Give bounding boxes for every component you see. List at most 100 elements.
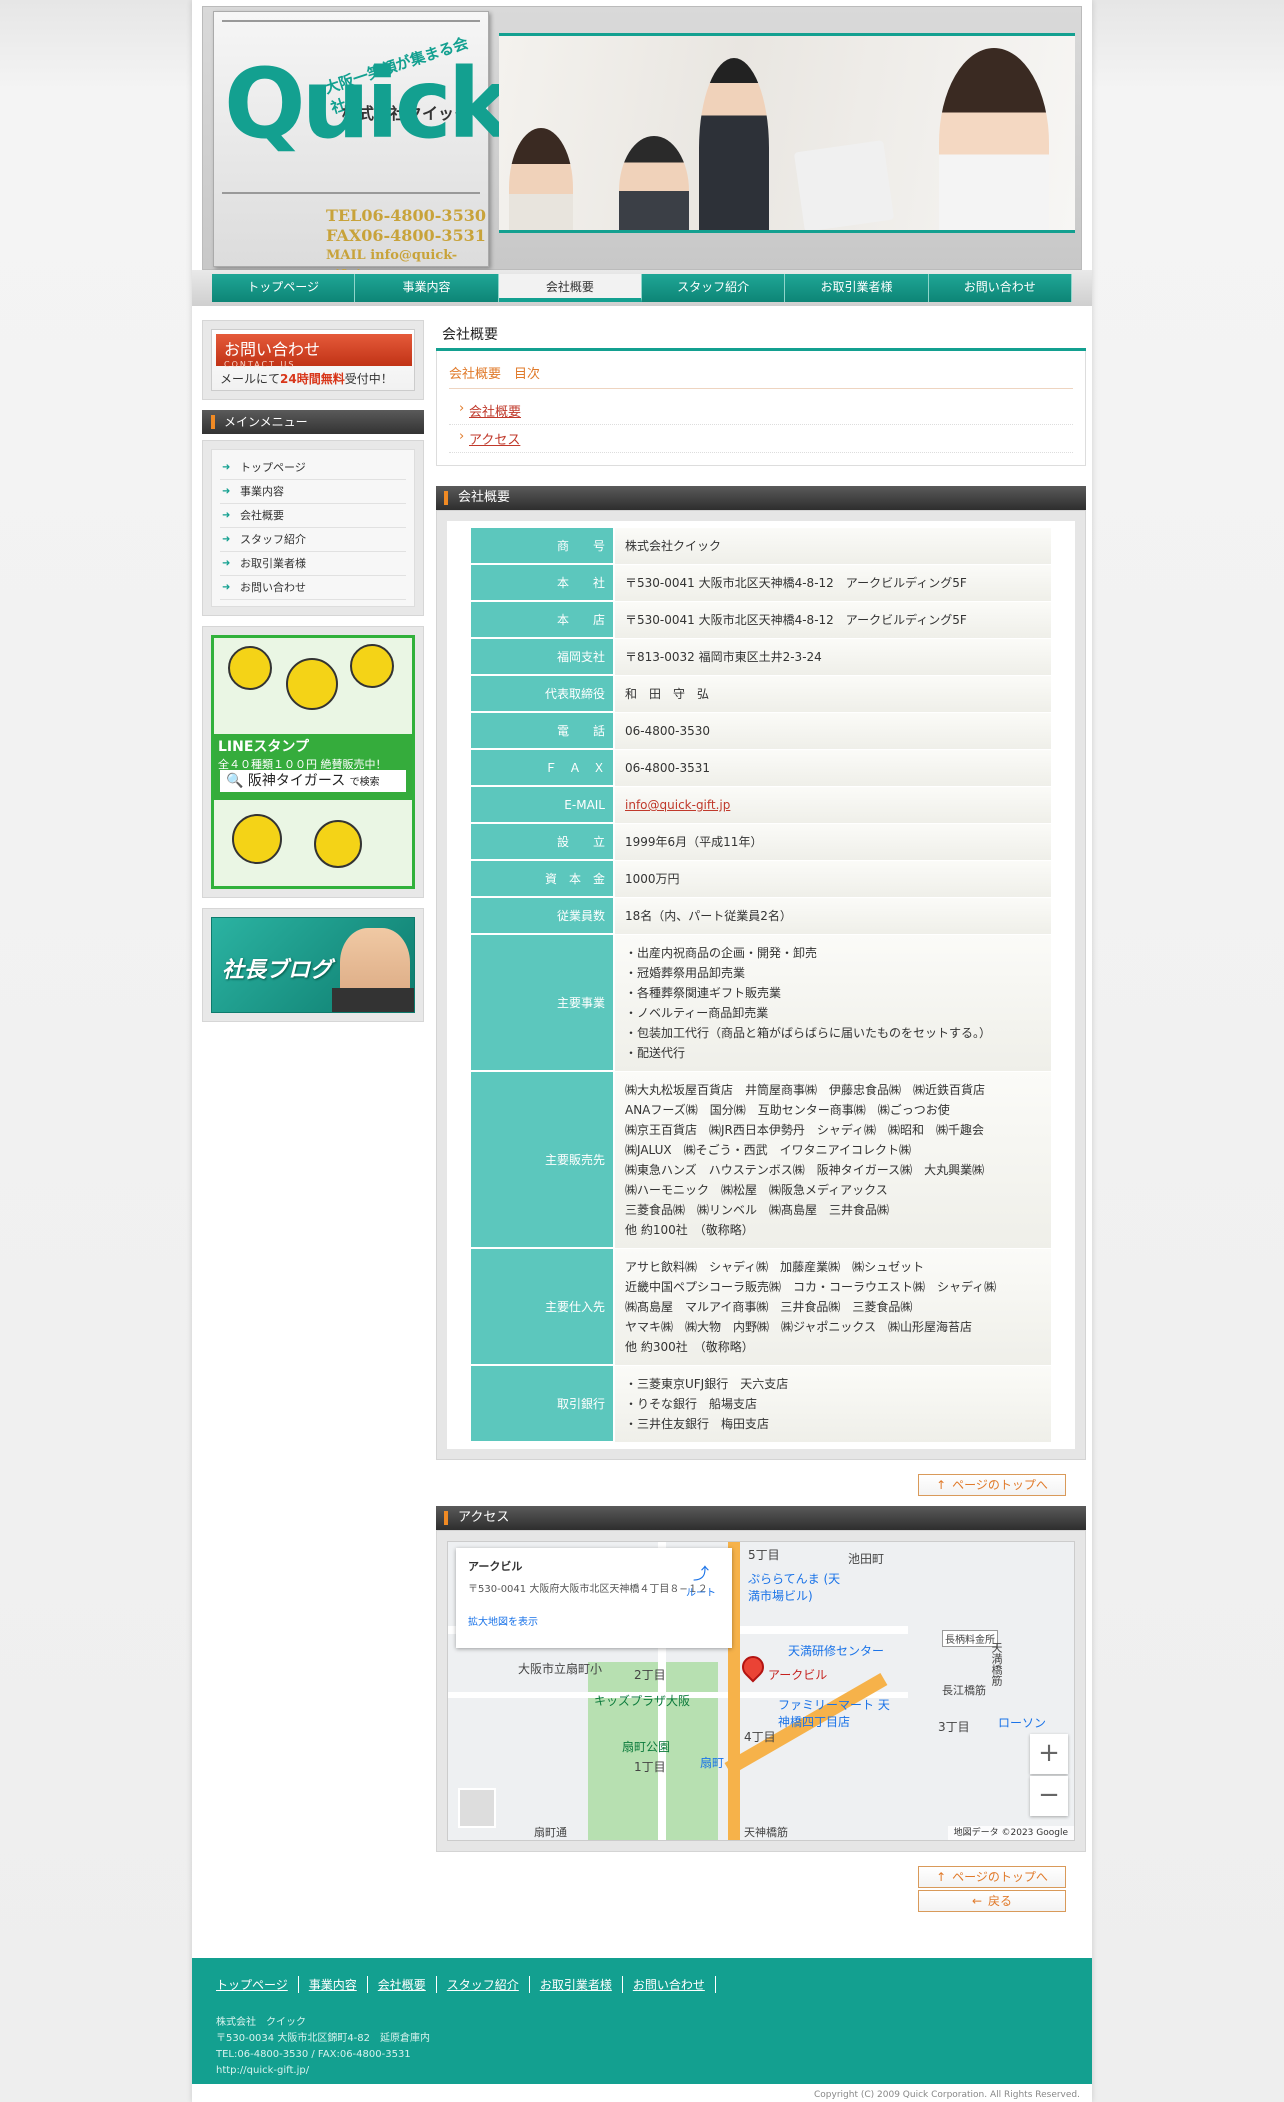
info-value-text: 1999年6月（平成11年） [625, 835, 763, 849]
contact-sub-pre: メールにて [220, 372, 281, 386]
info-label: 電 話 [471, 713, 613, 749]
nav-item-staff[interactable]: スタッフ紹介 [642, 274, 786, 302]
info-label: 主要仕入先 [471, 1249, 613, 1365]
copyright: Copyright (C) 2009 Quick Corporation. Al… [814, 2090, 1080, 2100]
info-row: 取引銀行 ・三菱東京UFJ銀行 天六支店 ・りそな銀行 船場支店 ・三井住友銀行 … [471, 1366, 1051, 1442]
line-stamp-search: 🔍 阪神タイガース で検索 [220, 770, 406, 792]
toc-item: 会社概要 [449, 397, 1073, 425]
info-row: E-MAIL info@quick-gift.jp [471, 787, 1051, 823]
back-to-top-button[interactable]: ↑ ページのトップへ [918, 1474, 1066, 1496]
zoom-in-button[interactable]: + [1030, 1734, 1068, 1774]
back-label: 戻る [988, 1894, 1013, 1908]
arrow-up-icon: ↑ [936, 1478, 947, 1492]
line-stamp-search-suffix: で検索 [349, 777, 380, 788]
back-to-top-label: ページのトップへ [952, 1478, 1048, 1492]
main-content: 会社概要 会社概要 目次 会社概要 アクセス 会社概要 商 号株式会社クイック本… [436, 320, 1086, 1912]
section-heading-access: アクセス [436, 1506, 1086, 1530]
info-value-text: アサヒ飲料㈱ シャディ㈱ 加藤産業㈱ ㈱シュゼット 近畿中国ペプシコーラ販売㈱ … [625, 1260, 997, 1354]
info-value: 〒530-0041 大阪市北区天神橋4-8-12 アークビルディング5F [613, 602, 1051, 638]
president-blog-banner[interactable]: 社長ブログ [211, 917, 415, 1013]
footer-link-staff[interactable]: スタッフ紹介 [437, 1976, 530, 1993]
info-value-text: 06-4800-3530 [625, 724, 711, 738]
map-label: アークビル [768, 1668, 828, 1682]
google-map[interactable]: 5丁目 池田町 ぷららてんま (天満市場ビル) 天満研修センター 長柄料金所 ア… [447, 1541, 1075, 1841]
info-row: 本 店〒530-0041 大阪市北区天神橋4-8-12 アークビルディング5F [471, 602, 1051, 638]
map-label: ローソン [998, 1716, 1047, 1730]
nav-item-contact[interactable]: お問い合わせ [929, 274, 1072, 302]
contact-banner[interactable]: お問い合わせ CONTACT US メールにて24時間無料受付中！ [211, 329, 415, 391]
info-value: 株式会社クイック [613, 528, 1051, 564]
main-menu: トップページ 事業内容 会社概要 スタッフ紹介 お取引業者様 お問い合わせ [211, 449, 415, 607]
map-label: キッズプラザ大阪 [594, 1694, 691, 1708]
zoom-out-button[interactable]: − [1030, 1776, 1068, 1816]
footer-link-company[interactable]: 会社概要 [368, 1976, 437, 1993]
map-label: 3丁目 [938, 1720, 970, 1734]
info-value: 和 田 守 弘 [613, 676, 1051, 712]
back-button[interactable]: ← 戻る [918, 1890, 1066, 1912]
info-value: 1999年6月（平成11年） [613, 824, 1051, 860]
menu-item-staff[interactable]: スタッフ紹介 [220, 528, 406, 552]
email-link[interactable]: info@quick-gift.jp [625, 798, 730, 812]
site-header: 大阪一笑顔が集まる会社 株式会社クイック Quick TEL06-4800-35… [202, 6, 1082, 283]
footer-link-partners[interactable]: お取引業者様 [530, 1976, 623, 1993]
info-row: 電 話 06-4800-3530 [471, 713, 1051, 749]
nav-item-company[interactable]: 会社概要 [498, 274, 642, 302]
back-to-top-button-2[interactable]: ↑ ページのトップへ [918, 1866, 1066, 1888]
info-value: 18名（内、パート従業員2名） [613, 898, 1051, 934]
info-value-text: 18名（内、パート従業員2名） [625, 909, 792, 923]
map-info-address: 〒530-0041 大阪府大阪市北区天神橋４丁目８−１２ [468, 1584, 708, 1595]
info-row: 代表取締役和 田 守 弘 [471, 676, 1051, 712]
toc-link-company[interactable]: 会社概要 [469, 405, 521, 420]
to-top-wrap: ↑ ページのトップへ [436, 1474, 1066, 1496]
info-label: 従業員数 [471, 898, 613, 934]
nav-item-partners[interactable]: お取引業者様 [785, 274, 929, 302]
line-stamp-title: LINEスタンプ [218, 739, 309, 755]
info-value-text: 06-4800-3531 [625, 761, 711, 775]
section-heading-company: 会社概要 [436, 486, 1086, 510]
contact-banner-title: お問い合わせ CONTACT US [216, 334, 412, 369]
menu-item-contact[interactable]: お問い合わせ [220, 576, 406, 600]
info-label: 資 本 金 [471, 861, 613, 897]
line-stamp-banner[interactable]: LINEスタンプ 全４０種類１００円 絶賛販売中！ 🔍 阪神タイガース で検索 [211, 635, 415, 889]
info-value-text: 1000万円 [625, 872, 680, 886]
logo-panel[interactable]: 大阪一笑顔が集まる会社 株式会社クイック Quick TEL06-4800-35… [213, 11, 512, 283]
info-value: ・三菱東京UFJ銀行 天六支店 ・りそな銀行 船場支店 ・三井住友銀行 梅田支店 [613, 1366, 1051, 1442]
footer-link-top[interactable]: トップページ [216, 1976, 299, 1993]
info-row: 資 本 金 1000万円 [471, 861, 1051, 897]
map-satellite-toggle[interactable] [458, 1788, 496, 1828]
arrow-up-icon: ↑ [936, 1870, 947, 1884]
menu-item-partners[interactable]: お取引業者様 [220, 552, 406, 576]
menu-item-company[interactable]: 会社概要 [220, 504, 406, 528]
info-value-text: 株式会社クイック [625, 539, 722, 553]
map-directions-button[interactable]: ⤴ ルート [686, 1560, 716, 1599]
back-wrap: ← 戻る [436, 1890, 1066, 1912]
menu-item-top[interactable]: トップページ [220, 456, 406, 480]
map-larger-link[interactable]: 拡大地図を表示 [468, 1613, 720, 1628]
contact-sub-em: 24時間無料 [280, 372, 345, 386]
map-label: 2丁目 [634, 1668, 666, 1682]
info-label: E-MAIL [471, 787, 613, 823]
tiger-mascot [314, 820, 362, 868]
page-container: 大阪一笑顔が集まる会社 株式会社クイック Quick TEL06-4800-35… [192, 0, 1092, 2102]
footer-nav: トップページ 事業内容 会社概要 スタッフ紹介 お取引業者様 お問い合わせ [216, 1976, 1068, 1993]
site-footer: トップページ 事業内容 会社概要 スタッフ紹介 お取引業者様 お問い合わせ 株式… [192, 1958, 1092, 2084]
header-photo [499, 33, 1075, 233]
info-label: 本 社 [471, 565, 613, 601]
logo-text: Quick [224, 48, 512, 160]
nav-item-top[interactable]: トップページ [212, 274, 356, 302]
map-label: 扇町公園 [622, 1740, 671, 1754]
global-nav: トップページ 事業内容 会社概要 スタッフ紹介 お取引業者様 お問い合わせ [212, 274, 1072, 302]
divider [222, 192, 480, 194]
map-label: 長江橋筋 [942, 1684, 986, 1697]
back-to-top-label: ページのトップへ [952, 1870, 1048, 1884]
info-value: info@quick-gift.jp [613, 787, 1051, 823]
footer-link-business[interactable]: 事業内容 [299, 1976, 368, 1993]
menu-item-business[interactable]: 事業内容 [220, 480, 406, 504]
nav-item-business[interactable]: 事業内容 [355, 274, 499, 302]
person-figure [699, 58, 769, 230]
footer-link-contact[interactable]: お問い合わせ [623, 1976, 716, 1993]
map-marker-icon[interactable] [737, 1651, 769, 1683]
map-attribution: 地図データ ©2023 Google [947, 1826, 1074, 1840]
arrow-left-icon: ← [971, 1894, 983, 1908]
toc-link-access[interactable]: アクセス [469, 433, 520, 448]
